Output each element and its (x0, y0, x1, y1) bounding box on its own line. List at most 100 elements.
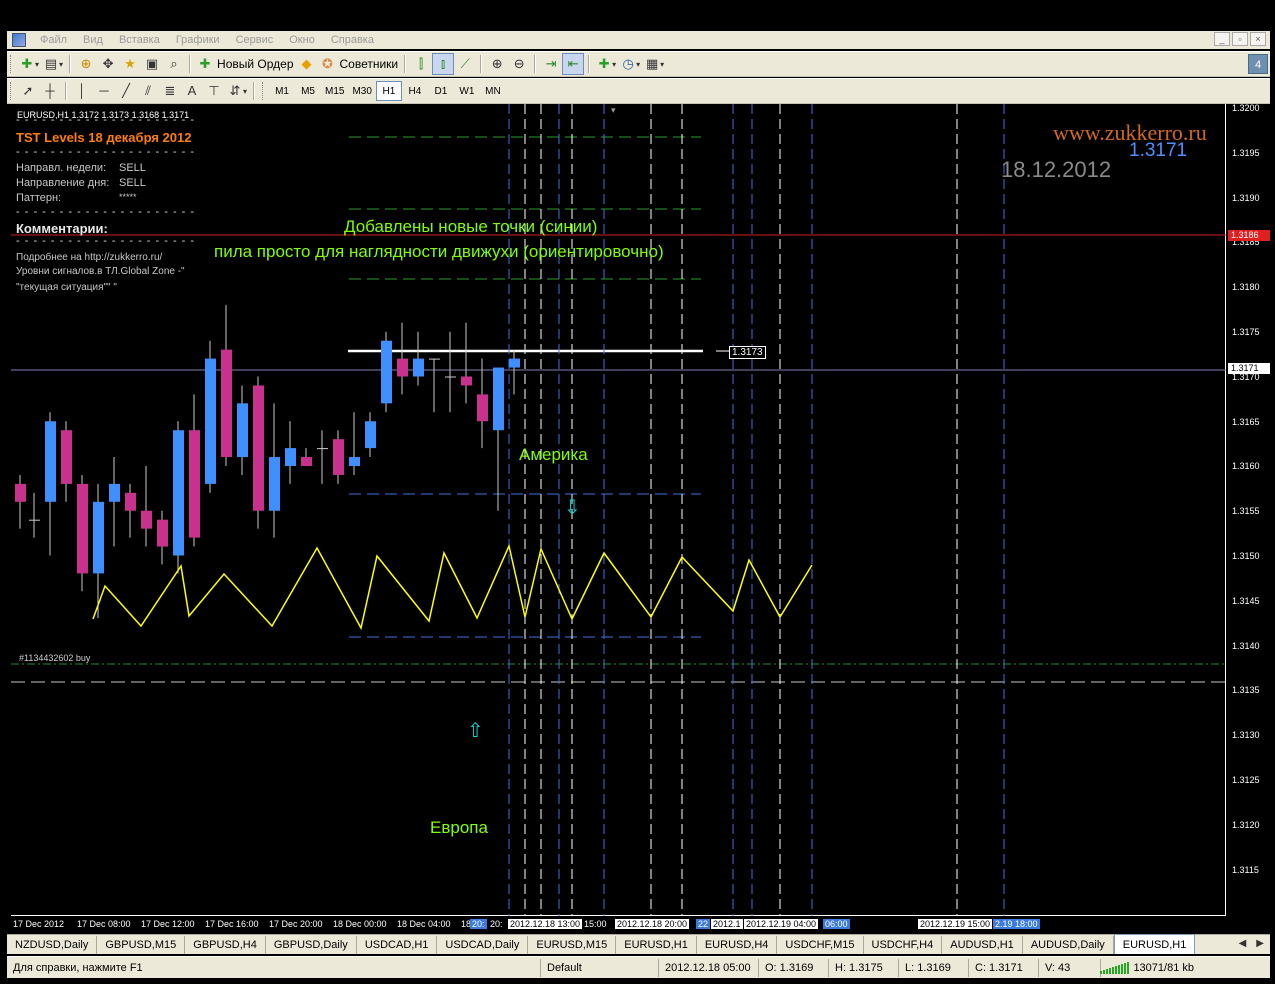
chart-tab[interactable]: AUDUSD,H1 (942, 936, 1023, 954)
chart-tab[interactable]: EURUSD,H4 (696, 936, 778, 954)
market-watch-button[interactable]: ⊕ (75, 53, 97, 75)
folder-button[interactable]: ★ (119, 53, 141, 75)
tf-h4[interactable]: H4 (402, 81, 428, 101)
candle-body (253, 385, 264, 511)
tf-h1[interactable]: H1 (375, 81, 402, 101)
channel-icon: ⫽ (145, 83, 151, 98)
zoom-out-button[interactable]: ⊖ (508, 53, 530, 75)
advisors-button[interactable]: ✪ Советники (318, 53, 401, 75)
tf-mn[interactable]: MN (480, 81, 506, 101)
cursor-tool[interactable]: ➚ (17, 80, 39, 102)
line-chart-button[interactable]: ⟋ (454, 53, 476, 75)
text-tool[interactable]: A (181, 80, 203, 102)
navigator-button[interactable]: ✥ (97, 53, 119, 75)
chart-tab[interactable]: EURUSD,M15 (528, 936, 617, 954)
metaeditor-icon: ◆ (301, 56, 312, 71)
new-chart-button[interactable]: ✚ ▾ (17, 53, 41, 75)
candle-body (333, 439, 344, 475)
menu-file[interactable]: Файл (32, 34, 75, 46)
price-axis[interactable]: 1.3115 1.3120 1.3125 1.3130 1.3135 1.3140 1.31… (1226, 103, 1271, 916)
chart-tab[interactable]: GBPUSD,M15 (97, 936, 186, 954)
time-axis[interactable]: 17 Dec 2012 17 Dec 08:00 17 Dec 12:00 17 De… (11, 917, 1226, 931)
status-open: O: 1.3169 (758, 958, 828, 977)
label-america: Америка (519, 445, 588, 464)
tf-m1[interactable]: M1 (269, 81, 295, 101)
indicators-button[interactable]: ✚ ▾ (594, 53, 618, 75)
tab-prev-icon[interactable]: ◀ (1239, 938, 1247, 949)
profiles-button[interactable]: ▤ ▾ (41, 53, 65, 75)
templates-icon: ▦ (646, 56, 659, 71)
bar-chart-button[interactable]: ⫿ (410, 53, 432, 75)
periods-button[interactable]: ◷ ▾ (618, 53, 642, 75)
equidistant-channel-tool[interactable]: ⫽ (137, 80, 159, 102)
menu-window[interactable]: Окно (281, 34, 323, 46)
chart-tab[interactable]: AUDUSD,Daily (1022, 936, 1114, 954)
zoom-in-icon: ⊕ (491, 56, 503, 71)
down-arrow-icon: ⇩ (564, 495, 581, 519)
price-tick: 1.3175 (1232, 327, 1260, 337)
indicator-title: TST Levels 18 декабря 2012 (16, 130, 192, 145)
candle-body (189, 430, 200, 538)
tf-w1[interactable]: W1 (454, 81, 480, 101)
notifications-badge[interactable]: 4 (1248, 54, 1268, 74)
chart-tab[interactable]: GBPUSD,H4 (185, 936, 266, 954)
minimize-button[interactable]: _ (1214, 32, 1230, 46)
session-time-label: 06:00 (823, 919, 850, 929)
chart-tab[interactable]: USDCAD,Daily (437, 936, 529, 954)
text-label-tool[interactable]: ⊤ (203, 80, 225, 102)
tester-button[interactable]: ⌕ (163, 53, 185, 75)
price-tick: 1.3130 (1232, 730, 1260, 741)
zoom-in-button[interactable]: ⊕ (486, 53, 508, 75)
toolbar-grip[interactable] (262, 82, 266, 100)
tf-m30[interactable]: M30 (348, 81, 375, 101)
restore-button[interactable]: ▫ (1232, 32, 1248, 46)
fibo-tool[interactable]: ≣ (159, 80, 181, 102)
terminal-button[interactable]: ▣ (141, 53, 163, 75)
menu-charts[interactable]: Графики (168, 34, 228, 46)
current-price-big: 1.3171 (1129, 140, 1188, 161)
candle-chart-button[interactable]: ⫾ (432, 53, 455, 75)
menu-help[interactable]: Справка (323, 34, 382, 46)
chart-tab[interactable]: USDCHF,H4 (863, 936, 943, 954)
trendline-tool[interactable]: ╱ (115, 80, 137, 102)
candle-body (125, 492, 136, 511)
chart-tab[interactable]: EURUSD,H1 (1113, 934, 1196, 954)
note-new-points: Добавлены новые точки (синии) (344, 217, 598, 236)
horizontal-line-tool[interactable]: ─ (93, 80, 115, 102)
tf-d1[interactable]: D1 (428, 81, 454, 101)
metaeditor-button[interactable]: ◆ (296, 53, 318, 75)
comments-label: Комментарии: (16, 221, 108, 236)
chart-canvas[interactable]: ⇩ ⇧ ▾ (11, 104, 1226, 916)
chart-tab[interactable]: NZDUSD,Daily (7, 936, 98, 954)
status-high: H: 1.3175 (828, 958, 898, 977)
chart-tab[interactable]: EURUSD,H1 (616, 936, 697, 954)
menu-tools[interactable]: Сервис (228, 34, 282, 46)
price-chart[interactable]: ⇩ ⇧ ▾ EURUSD,H1 1.3172 1.3173 1.3168 1.317… (11, 104, 1226, 916)
tab-next-icon[interactable]: ▶ (1256, 938, 1264, 949)
session-time-label: 2012.1 (711, 919, 743, 929)
status-connection[interactable]: 13071/81 kb (1100, 958, 1200, 977)
tf-m15[interactable]: M15 (321, 81, 348, 101)
chart-tab[interactable]: GBPUSD,Daily (265, 936, 357, 954)
new-order-button[interactable]: ✚ Новый Ордер (195, 53, 295, 75)
menu-insert[interactable]: Вставка (111, 34, 168, 46)
autoscroll-button[interactable]: ⇥ (540, 53, 562, 75)
menu-view[interactable]: Вид (75, 34, 111, 46)
note-saw: пила просто для наглядности движухи (ори… (214, 242, 664, 261)
candle-body (61, 430, 72, 484)
toolbar-grip[interactable] (10, 82, 14, 100)
toolbar-separator (189, 55, 192, 73)
session-time-label: 2012.12.19 04:00 (744, 919, 819, 929)
close-button[interactable]: × (1250, 32, 1266, 46)
tf-m5[interactable]: M5 (295, 81, 321, 101)
chart-window[interactable]: ⇩ ⇧ ▾ EURUSD,H1 1.3172 1.3173 1.3168 1.317… (11, 103, 1271, 932)
crosshair-tool[interactable]: ┼ (39, 80, 61, 102)
chart-tab[interactable]: USDCHF,M15 (777, 936, 864, 954)
arrows-tool[interactable]: ⇵ ▾ (225, 80, 249, 102)
chart-shift-button[interactable]: ⇤ (562, 53, 585, 75)
toolbar-grip[interactable] (10, 55, 14, 73)
chart-tab[interactable]: USDCAD,H1 (356, 936, 438, 954)
vertical-line-tool[interactable]: │ (71, 80, 93, 102)
templates-button[interactable]: ▦ ▾ (642, 53, 666, 75)
session-time-label: 20: (490, 919, 503, 929)
